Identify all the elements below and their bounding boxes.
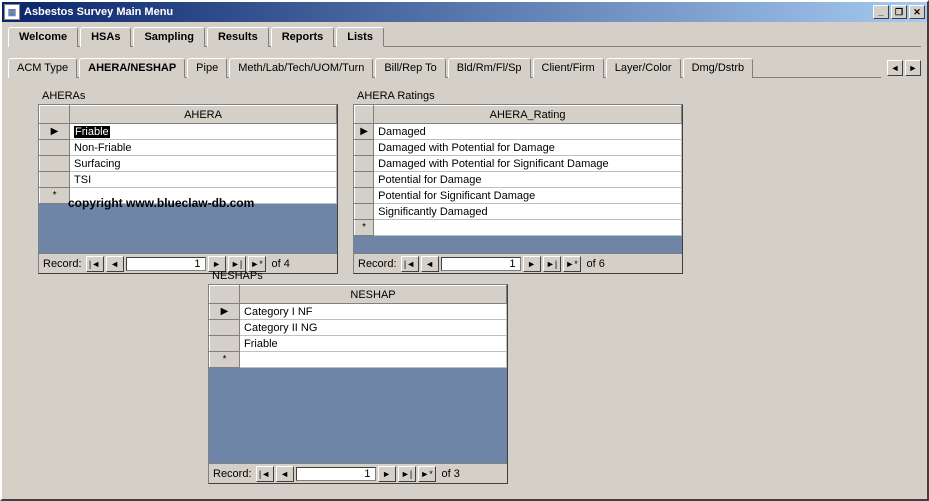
row-selector[interactable] [40, 172, 70, 188]
ratings-column-header[interactable]: AHERA_Rating [374, 106, 682, 124]
ratings-cell[interactable]: Damaged [374, 124, 682, 140]
aheras-label: AHERAs [38, 90, 338, 102]
ratings-cell[interactable]: Damaged with Potential for Significant D… [374, 156, 682, 172]
subtab-pipe[interactable]: Pipe [187, 58, 227, 78]
subtab-dmg-dstrb[interactable]: Dmg/Dstrb [683, 58, 754, 78]
new-row-icon[interactable]: * [355, 220, 374, 236]
record-number-input[interactable] [126, 257, 206, 271]
ratings-cell[interactable]: Significantly Damaged [374, 204, 682, 220]
row-selector[interactable] [355, 188, 374, 204]
content-area: Welcome HSAs Sampling Results Reports Li… [2, 22, 927, 499]
record-label: Record: [213, 468, 252, 480]
row-selector[interactable] [355, 156, 374, 172]
app-icon: ▦ [4, 4, 20, 20]
row-selector[interactable] [40, 140, 70, 156]
tab-scroll-left-button[interactable]: ◄ [887, 60, 903, 76]
nav-last-button[interactable]: ►| [543, 256, 561, 272]
record-label: Record: [358, 258, 397, 270]
neshaps-grid[interactable]: NESHAP ▶Category I NF Category II NG Fri… [209, 285, 507, 368]
tab-scroll-right-button[interactable]: ► [905, 60, 921, 76]
record-number-input[interactable] [441, 257, 521, 271]
record-of-text: of 6 [587, 258, 605, 270]
ratings-cell[interactable]: Damaged with Potential for Damage [374, 140, 682, 156]
record-number-input[interactable] [296, 467, 376, 481]
neshaps-column-header[interactable]: NESHAP [240, 286, 507, 304]
tab-sampling[interactable]: Sampling [133, 27, 205, 47]
row-selector[interactable] [210, 336, 240, 352]
titlebar: ▦ Asbestos Survey Main Menu _ ❐ ✕ [2, 2, 927, 22]
aheras-grid-wrap: AHERA ▶Friable Non-Friable Surfacing TSI… [38, 104, 338, 274]
neshaps-cell[interactable]: Friable [240, 336, 507, 352]
neshaps-grid-wrap: NESHAP ▶Category I NF Category II NG Fri… [208, 284, 508, 484]
tab-welcome[interactable]: Welcome [8, 27, 78, 47]
nav-prev-button[interactable]: ◄ [106, 256, 124, 272]
subtab-ahera-neshap[interactable]: AHERA/NESHAP [79, 58, 185, 78]
row-selector[interactable] [355, 172, 374, 188]
aheras-cell[interactable]: TSI [70, 172, 337, 188]
subtab-acm-type[interactable]: ACM Type [8, 58, 77, 78]
aheras-cell[interactable]: Non-Friable [70, 140, 337, 156]
aheras-grid[interactable]: AHERA ▶Friable Non-Friable Surfacing TSI… [39, 105, 337, 204]
neshaps-record-nav: Record: |◄ ◄ ► ►| ►* of 3 [209, 463, 507, 483]
row-indicator-icon[interactable]: ▶ [210, 304, 240, 320]
window-title: Asbestos Survey Main Menu [24, 6, 873, 18]
record-of-text: of 4 [272, 258, 290, 270]
ratings-cell[interactable]: Potential for Significant Damage [374, 188, 682, 204]
neshaps-cell[interactable]: Category I NF [240, 304, 507, 320]
aheras-cell[interactable]: Friable [70, 124, 337, 140]
nav-next-button[interactable]: ► [378, 466, 396, 482]
subtab-layer-color[interactable]: Layer/Color [606, 58, 681, 78]
tab-reports[interactable]: Reports [271, 27, 335, 47]
row-selector[interactable] [210, 320, 240, 336]
tab-lists[interactable]: Lists [336, 27, 384, 47]
row-indicator-icon[interactable]: ▶ [40, 124, 70, 140]
subtab-client-firm[interactable]: Client/Firm [533, 58, 604, 78]
aheras-cell[interactable]: Surfacing [70, 156, 337, 172]
nav-first-button[interactable]: |◄ [86, 256, 104, 272]
nav-prev-button[interactable]: ◄ [276, 466, 294, 482]
app-window: ▦ Asbestos Survey Main Menu _ ❐ ✕ Welcom… [0, 0, 929, 501]
ratings-label: AHERA Ratings [353, 90, 683, 102]
tab-hsas[interactable]: HSAs [80, 27, 131, 47]
neshaps-label: NESHAPs [208, 270, 508, 282]
new-row-icon[interactable]: * [210, 352, 240, 368]
row-selector[interactable] [355, 204, 374, 220]
nav-last-button[interactable]: ►| [398, 466, 416, 482]
ratings-grid[interactable]: AHERA_Rating ▶Damaged Damaged with Poten… [354, 105, 682, 236]
subtab-bill-rep[interactable]: Bill/Rep To [375, 58, 445, 78]
aheras-rowhdr-header [40, 106, 70, 124]
main-tab-strip: Welcome HSAs Sampling Results Reports Li… [8, 26, 921, 47]
record-of-text: of 3 [442, 468, 460, 480]
new-row-icon[interactable]: * [40, 188, 70, 204]
record-label: Record: [43, 258, 82, 270]
minimize-button[interactable]: _ [873, 5, 889, 19]
subtab-meth-lab[interactable]: Meth/Lab/Tech/UOM/Turn [229, 58, 373, 78]
sub-tab-strip: ACM Type AHERA/NESHAP Pipe Meth/Lab/Tech… [8, 57, 881, 78]
ratings-new-cell[interactable] [374, 220, 682, 236]
nav-next-button[interactable]: ► [523, 256, 541, 272]
row-indicator-icon[interactable]: ▶ [355, 124, 374, 140]
nav-new-button[interactable]: ►* [418, 466, 436, 482]
aheras-column-header[interactable]: AHERA [70, 106, 337, 124]
neshaps-rowhdr-header [210, 286, 240, 304]
row-selector[interactable] [355, 140, 374, 156]
nav-first-button[interactable]: |◄ [256, 466, 274, 482]
ratings-cell[interactable]: Potential for Damage [374, 172, 682, 188]
ratings-rowhdr-header [355, 106, 374, 124]
tab-results[interactable]: Results [207, 27, 269, 47]
restore-button[interactable]: ❐ [891, 5, 907, 19]
neshaps-cell[interactable]: Category II NG [240, 320, 507, 336]
nav-new-button[interactable]: ►* [563, 256, 581, 272]
close-button[interactable]: ✕ [909, 5, 925, 19]
row-selector[interactable] [40, 156, 70, 172]
ratings-grid-wrap: AHERA_Rating ▶Damaged Damaged with Poten… [353, 104, 683, 274]
aheras-new-cell[interactable] [70, 188, 337, 204]
neshaps-new-cell[interactable] [240, 352, 507, 368]
subtab-bld-rm[interactable]: Bld/Rm/Fl/Sp [448, 58, 531, 78]
